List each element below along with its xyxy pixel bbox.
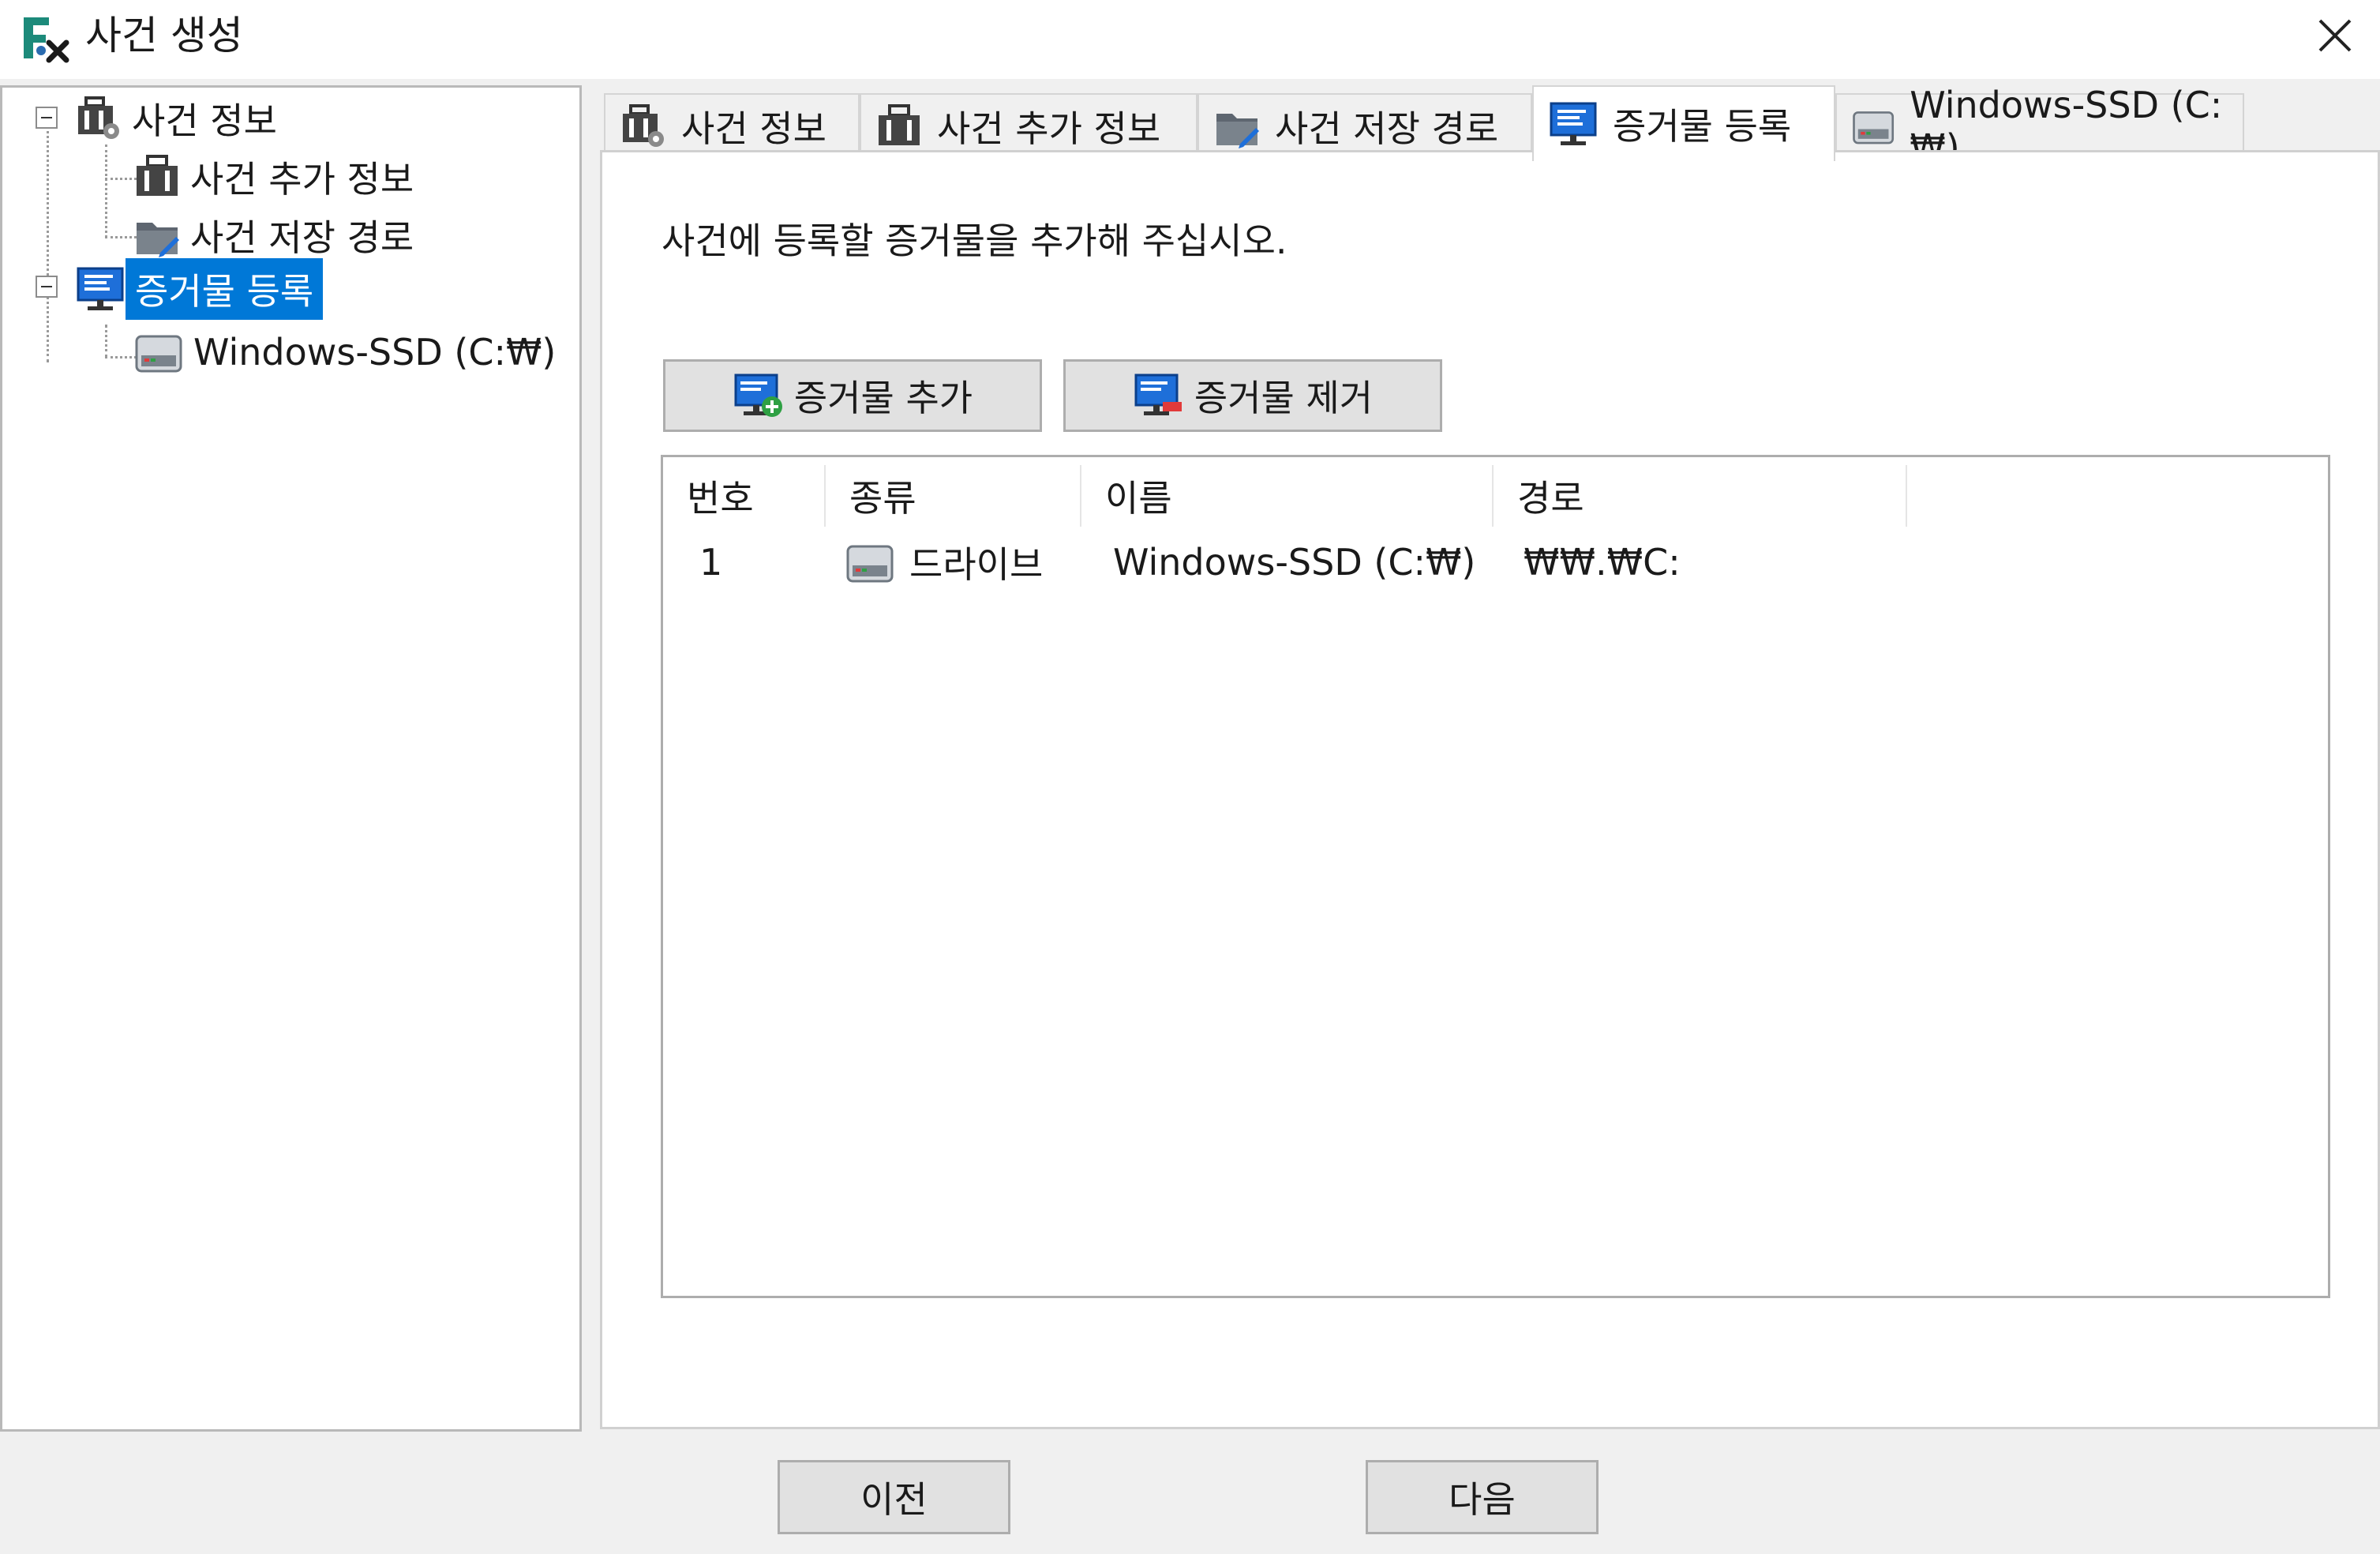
column-header-number[interactable]: 번호 [663, 465, 826, 527]
window-title: 사건 생성 [85, 13, 243, 58]
cell-type-label: 드라이브 [909, 543, 1044, 586]
instruction-text: 사건에 등록할 증거물을 추가해 주십시오. [662, 220, 1287, 262]
tree-item-label: 사건 저장 경로 [190, 216, 414, 259]
monitor-add-icon [734, 373, 782, 417]
next-button[interactable]: 다음 [1366, 1460, 1599, 1534]
tree-item-label: Windows-SSD (C:₩) [193, 331, 557, 373]
briefcase-gear-icon [78, 96, 119, 139]
briefcase-gear-icon [623, 104, 664, 147]
tab-strip: 사건 정보 사건 추가 정보 사건 저장 경로 증거물 등록 Windows-S… [602, 84, 2380, 169]
tab-case-extra-info[interactable]: 사건 추가 정보 [860, 93, 1197, 158]
tab-evidence-registration[interactable]: 증거물 등록 [1532, 85, 1835, 161]
close-icon [2318, 19, 2351, 52]
tree-connector [105, 356, 137, 358]
add-evidence-label: 증거물 추가 [793, 377, 973, 419]
tree-connector [105, 178, 137, 180]
tree-connector [47, 116, 49, 362]
column-header-name[interactable]: 이름 [1081, 465, 1494, 527]
app-logo-icon [17, 11, 73, 66]
tree-item-evidence-registration[interactable]: 증거물 등록 [75, 258, 324, 320]
tab-label: 사건 추가 정보 [937, 107, 1161, 150]
tree-item-label: 증거물 등록 [126, 258, 324, 320]
tab-label: 사건 정보 [681, 107, 826, 150]
tree-item-label: 사건 정보 [132, 99, 277, 142]
tree-item-label: 사건 추가 정보 [190, 158, 414, 201]
tab-label: 사건 저장 경로 [1275, 107, 1499, 150]
case-tree: 사건 정보 사건 추가 정보 사건 저장 경로 증거물 등록 Windows-S… [0, 85, 582, 1432]
tab-case-save-path[interactable]: 사건 저장 경로 [1197, 93, 1532, 158]
tab-label: 증거물 등록 [1613, 105, 1792, 148]
folder-pen-icon [1216, 114, 1259, 148]
cell-number: 1 [699, 541, 723, 584]
cell-type: 드라이브 [845, 535, 1043, 590]
previous-button[interactable]: 이전 [778, 1460, 1010, 1534]
drive-icon [135, 335, 182, 373]
next-label: 다음 [1449, 1478, 1516, 1521]
collapse-toggle[interactable] [36, 276, 58, 298]
briefcase-icon [137, 155, 178, 196]
briefcase-icon [879, 104, 920, 145]
tree-item-case-save-path[interactable]: 사건 저장 경로 [133, 208, 423, 263]
remove-evidence-label: 증거물 제거 [1194, 377, 1374, 419]
add-evidence-button[interactable]: 증거물 추가 [663, 359, 1042, 432]
evidence-list[interactable]: 번호 종류 이름 경로 1 드라이브 Windows-SSD (C:₩) ₩₩.… [661, 455, 2330, 1298]
drive-icon [1853, 111, 1895, 145]
previous-label: 이전 [860, 1478, 928, 1521]
folder-pen-icon [137, 223, 179, 257]
tree-connector [105, 325, 107, 358]
cell-name: Windows-SSD (C:₩) [1113, 541, 1476, 584]
cell-path: ₩₩.₩C: [1524, 541, 1681, 584]
remove-evidence-button[interactable]: 증거물 제거 [1063, 359, 1442, 432]
collapse-toggle[interactable] [36, 107, 58, 129]
monitor-remove-icon [1134, 373, 1182, 415]
close-button[interactable] [2289, 0, 2380, 71]
column-header-type[interactable]: 종류 [826, 465, 1081, 527]
tree-item-windows-ssd[interactable]: Windows-SSD (C:₩) [133, 325, 565, 380]
title-bar [0, 0, 2380, 79]
tree-item-case-extra-info[interactable]: 사건 추가 정보 [133, 149, 423, 205]
drive-icon [846, 545, 894, 583]
tab-windows-ssd[interactable]: Windows-SSD (C:₩) [1835, 84, 2244, 169]
tree-item-case-info[interactable]: 사건 정보 [75, 91, 287, 146]
tree-connector [105, 236, 137, 238]
column-header-path[interactable]: 경로 [1494, 465, 1907, 527]
tab-case-info[interactable]: 사건 정보 [604, 93, 860, 158]
monitor-icon [77, 267, 124, 310]
monitor-icon [1550, 102, 1597, 145]
tree-connector [105, 145, 107, 238]
